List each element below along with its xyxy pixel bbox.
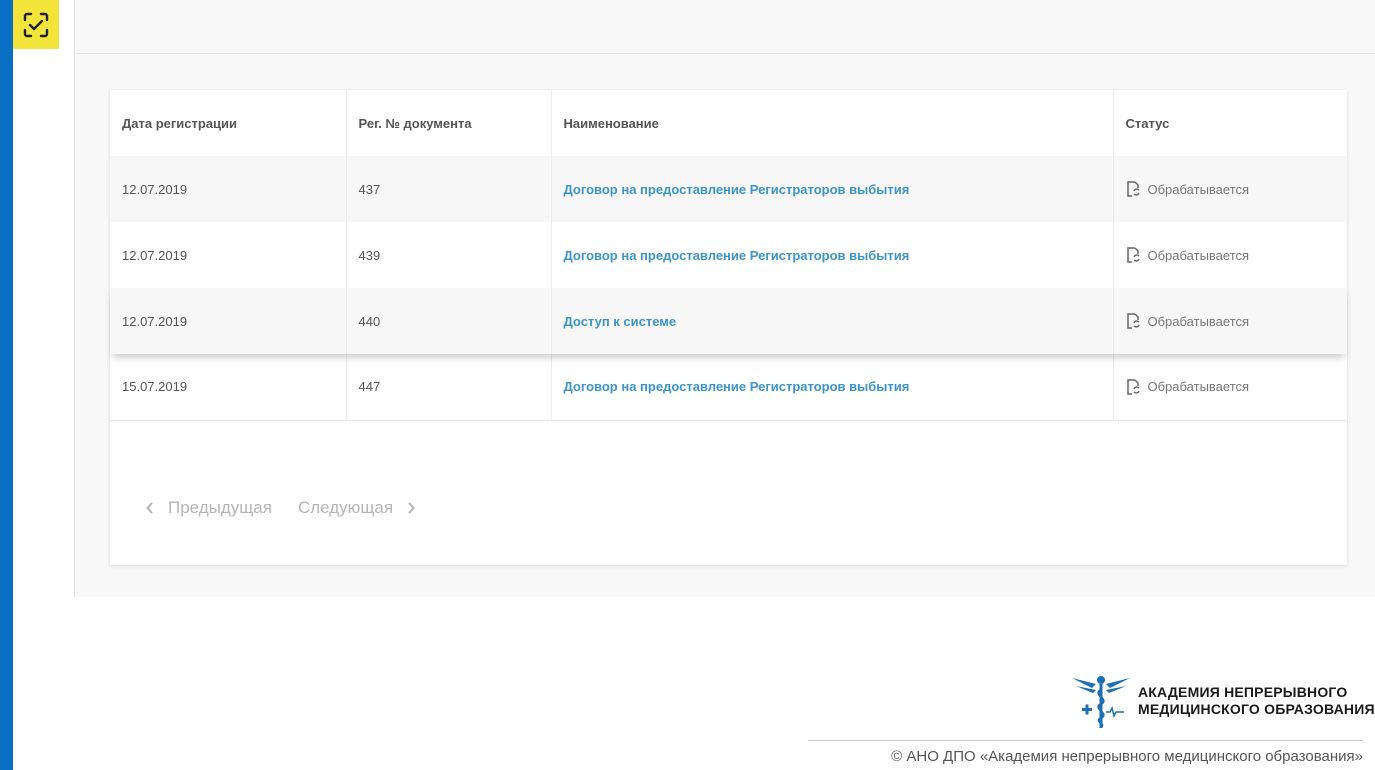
documents-table: Дата регистрации Рег. № документа Наимен… xyxy=(110,90,1347,421)
cell-number: 437 xyxy=(346,156,552,222)
cell-status: Обрабатывается xyxy=(1113,288,1347,354)
logo-line-2: МЕДИЦИНСКОГО ОБРАЗОВАНИЯ xyxy=(1138,701,1375,717)
cell-name: Договор на предоставление Регистраторов … xyxy=(551,156,1114,222)
sidebar xyxy=(13,0,75,597)
scan-button[interactable] xyxy=(13,0,59,49)
cell-name: Доступ к системе xyxy=(551,288,1114,354)
cell-date: 12.07.2019 xyxy=(110,156,347,222)
top-bar xyxy=(76,0,1375,54)
status-text: Обрабатывается xyxy=(1147,247,1250,263)
header-date[interactable]: Дата регистрации xyxy=(110,90,347,156)
document-link[interactable]: Договор на предоставление Регистраторов … xyxy=(564,248,910,263)
document-link[interactable]: Договор на предоставление Регистраторов … xyxy=(564,379,910,394)
chevron-right-icon xyxy=(408,502,415,514)
status-text: Обрабатывается xyxy=(1147,313,1250,329)
table-row[interactable]: 12.07.2019 440 Доступ к системе Обрабаты… xyxy=(110,288,1347,354)
document-link[interactable]: Доступ к системе xyxy=(564,314,677,329)
scan-icon xyxy=(23,12,49,37)
cell-number: 440 xyxy=(346,288,552,354)
document-sync-icon xyxy=(1126,313,1140,329)
logo-line-1: АКАДЕМИЯ НЕПРЕРЫВНОГО xyxy=(1138,684,1348,700)
header-name[interactable]: Наименование xyxy=(551,90,1114,156)
academy-logo: АКАДЕМИЯ НЕПРЕРЫВНОГО МЕДИЦИНСКОГО ОБРАЗ… xyxy=(1070,672,1375,730)
status-text: Обрабатывается xyxy=(1147,379,1250,395)
header-status[interactable]: Статус xyxy=(1113,90,1347,156)
footer-divider xyxy=(808,740,1363,741)
document-sync-icon xyxy=(1126,247,1140,263)
status-text: Обрабатывается xyxy=(1147,181,1250,197)
next-page-button[interactable]: Следующая xyxy=(298,498,415,518)
pagination: Предыдущая Следующая xyxy=(146,498,415,518)
header-number[interactable]: Рег. № документа xyxy=(346,90,552,156)
cell-number: 439 xyxy=(346,222,552,288)
prev-page-label: Предыдущая xyxy=(168,498,272,517)
cell-status: Обрабатывается xyxy=(1113,156,1347,222)
document-sync-icon xyxy=(1126,181,1140,197)
next-page-label: Следующая xyxy=(297,498,394,517)
prev-page-button[interactable]: Предыдущая xyxy=(146,498,272,518)
document-link[interactable]: Договор на предоставление Регистраторов … xyxy=(564,182,910,197)
cell-name: Договор на предоставление Регистраторов … xyxy=(551,354,1114,421)
table-row[interactable]: 15.07.2019 447 Договор на предоставление… xyxy=(110,354,1347,421)
main-area: Дата регистрации Рег. № документа Наимен… xyxy=(76,0,1375,597)
caduceus-logo-icon xyxy=(1072,676,1130,728)
cell-date: 12.07.2019 xyxy=(110,222,347,288)
chevron-left-icon xyxy=(146,502,153,514)
table-header-row: Дата регистрации Рег. № документа Наимен… xyxy=(110,90,1347,156)
copyright-text: © АНО ДПО «Академия непрерывного медицин… xyxy=(891,748,1363,765)
left-accent-stripe xyxy=(0,0,13,770)
cell-status: Обрабатывается xyxy=(1113,354,1347,421)
cell-date: 15.07.2019 xyxy=(110,354,347,421)
table-row[interactable]: 12.07.2019 439 Договор на предоставление… xyxy=(110,222,1347,288)
cell-status: Обрабатывается xyxy=(1113,222,1347,288)
cell-name: Договор на предоставление Регистраторов … xyxy=(551,222,1114,288)
table-row[interactable]: 12.07.2019 437 Договор на предоставление… xyxy=(110,156,1347,222)
cell-number: 447 xyxy=(346,354,552,421)
cell-date: 12.07.2019 xyxy=(110,288,347,354)
documents-card: Дата регистрации Рег. № документа Наимен… xyxy=(110,90,1347,565)
document-sync-icon xyxy=(1126,379,1140,395)
